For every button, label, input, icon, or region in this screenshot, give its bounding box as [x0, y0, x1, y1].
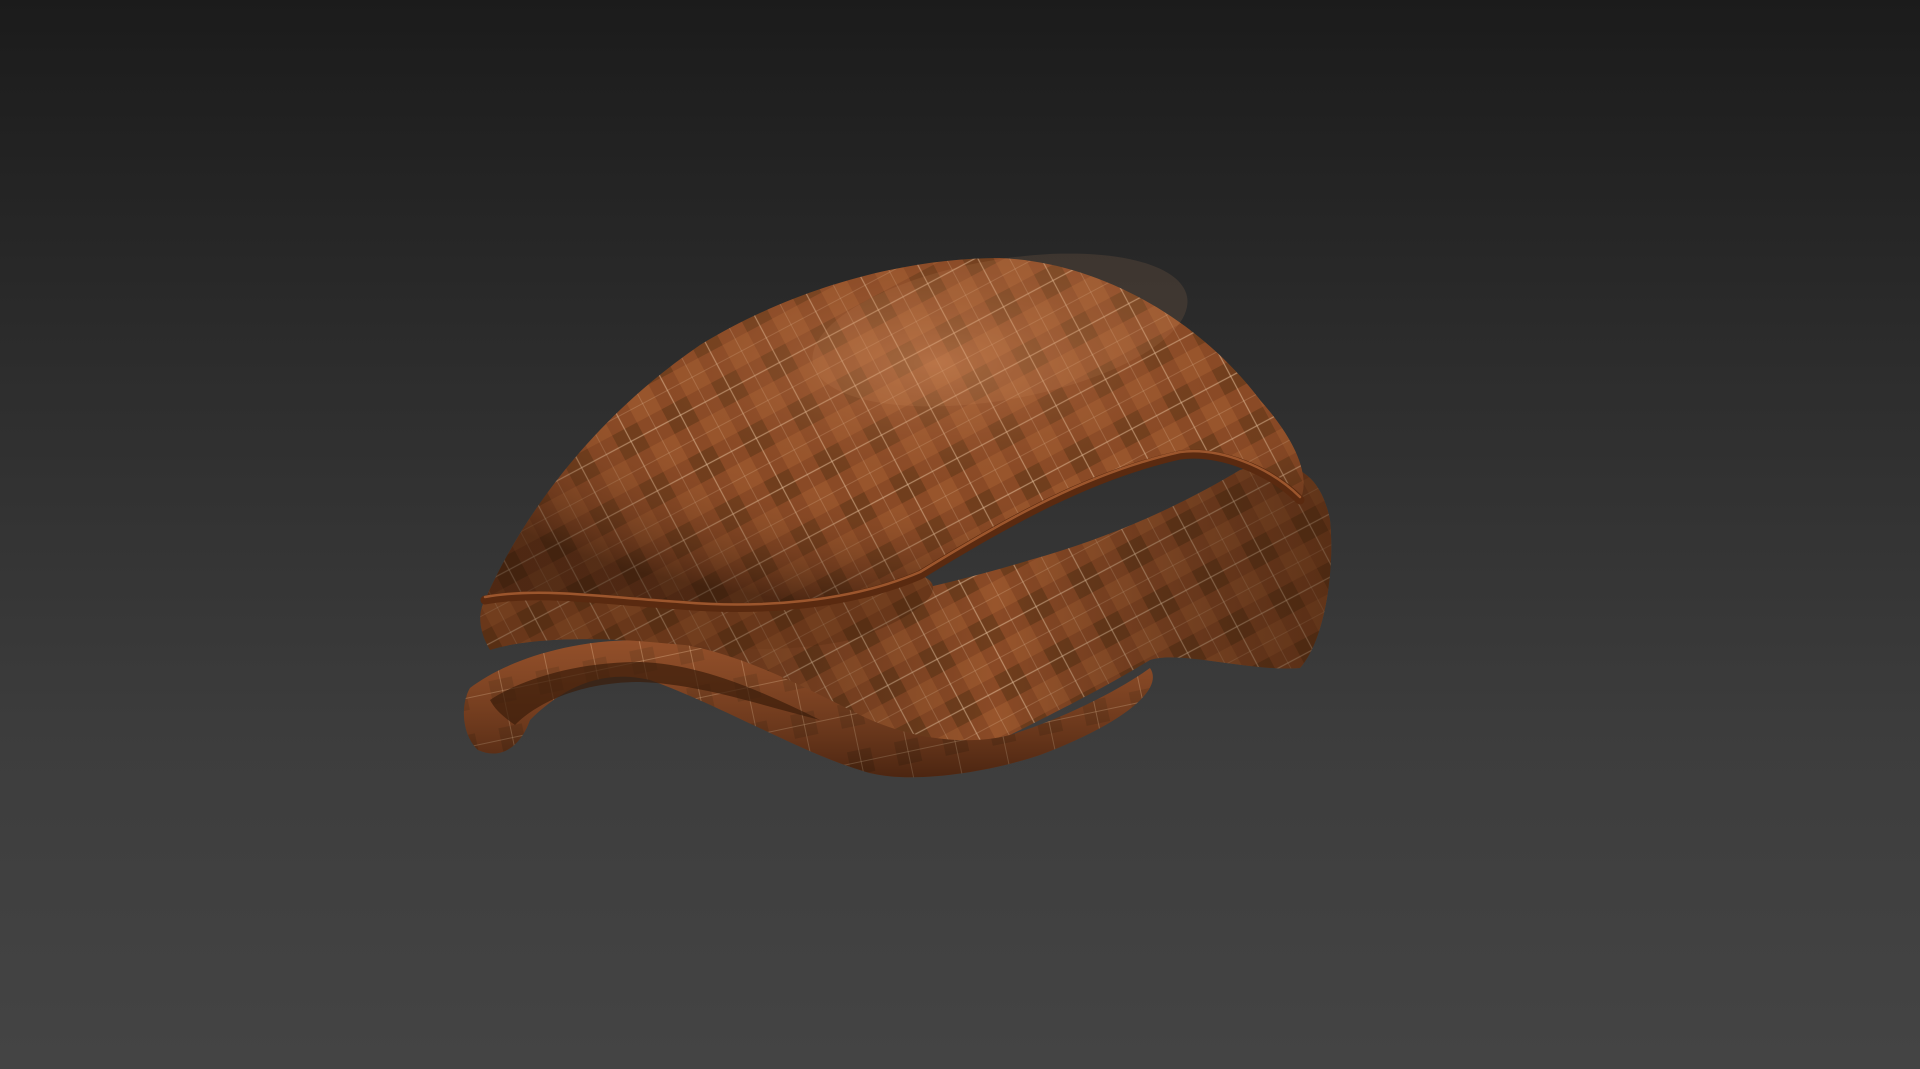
cap-render — [463, 253, 1332, 778]
render-viewport — [0, 0, 1920, 1069]
